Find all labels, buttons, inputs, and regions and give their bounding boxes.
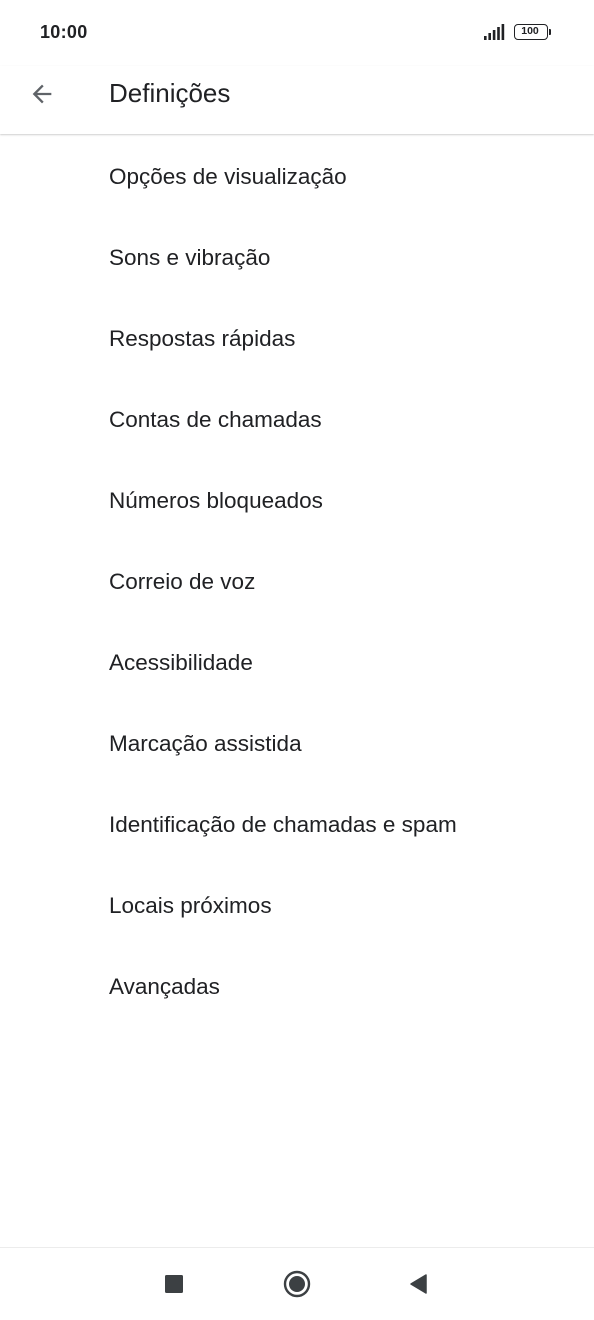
battery-tip: [549, 29, 551, 35]
settings-item-caller-id-spam[interactable]: Identificação de chamadas e spam: [0, 785, 594, 866]
settings-item-assisted-dialing[interactable]: Marcação assistida: [0, 704, 594, 785]
navigation-bar: [0, 1248, 594, 1320]
status-bar: 10:00 100: [0, 0, 594, 66]
settings-item-label: Sons e vibração: [109, 245, 271, 270]
settings-item-label: Números bloqueados: [109, 488, 323, 513]
battery-level-text: 100: [521, 25, 539, 37]
settings-item-label: Respostas rápidas: [109, 326, 296, 351]
back-button[interactable]: [18, 70, 66, 118]
status-time: 10:00: [40, 22, 88, 42]
settings-list: Opções de visualização Sons e vibração R…: [0, 137, 594, 1028]
recents-square-icon: [165, 1275, 183, 1293]
page-title: Definições: [109, 78, 231, 108]
settings-item-sounds-vibration[interactable]: Sons e vibração: [0, 218, 594, 299]
settings-item-label: Identificação de chamadas e spam: [109, 812, 457, 837]
recents-button[interactable]: [150, 1260, 198, 1308]
settings-item-accessibility[interactable]: Acessibilidade: [0, 623, 594, 704]
settings-item-display-options[interactable]: Opções de visualização: [0, 137, 594, 218]
settings-item-label: Locais próximos: [109, 893, 272, 918]
settings-item-label: Marcação assistida: [109, 731, 302, 756]
settings-item-nearby-places[interactable]: Locais próximos: [0, 866, 594, 947]
signal-icon: [484, 24, 505, 40]
settings-item-calling-accounts[interactable]: Contas de chamadas: [0, 380, 594, 461]
home-circle-icon: [283, 1270, 311, 1298]
nav-back-button[interactable]: [395, 1260, 443, 1308]
settings-item-label: Correio de voz: [109, 569, 256, 594]
app-bar: Definições: [0, 66, 594, 134]
settings-item-label: Contas de chamadas: [109, 407, 322, 432]
settings-item-advanced[interactable]: Avançadas: [0, 947, 594, 1028]
battery-icon: 100: [514, 24, 554, 42]
arrow-back-icon: [32, 84, 52, 104]
settings-item-label: Acessibilidade: [109, 650, 253, 675]
back-triangle-icon: [410, 1274, 427, 1294]
home-button[interactable]: [273, 1260, 321, 1308]
settings-item-label: Avançadas: [109, 974, 220, 999]
settings-item-blocked-numbers[interactable]: Números bloqueados: [0, 461, 594, 542]
settings-item-voicemail[interactable]: Correio de voz: [0, 542, 594, 623]
settings-item-quick-responses[interactable]: Respostas rápidas: [0, 299, 594, 380]
settings-item-label: Opções de visualização: [109, 164, 347, 189]
